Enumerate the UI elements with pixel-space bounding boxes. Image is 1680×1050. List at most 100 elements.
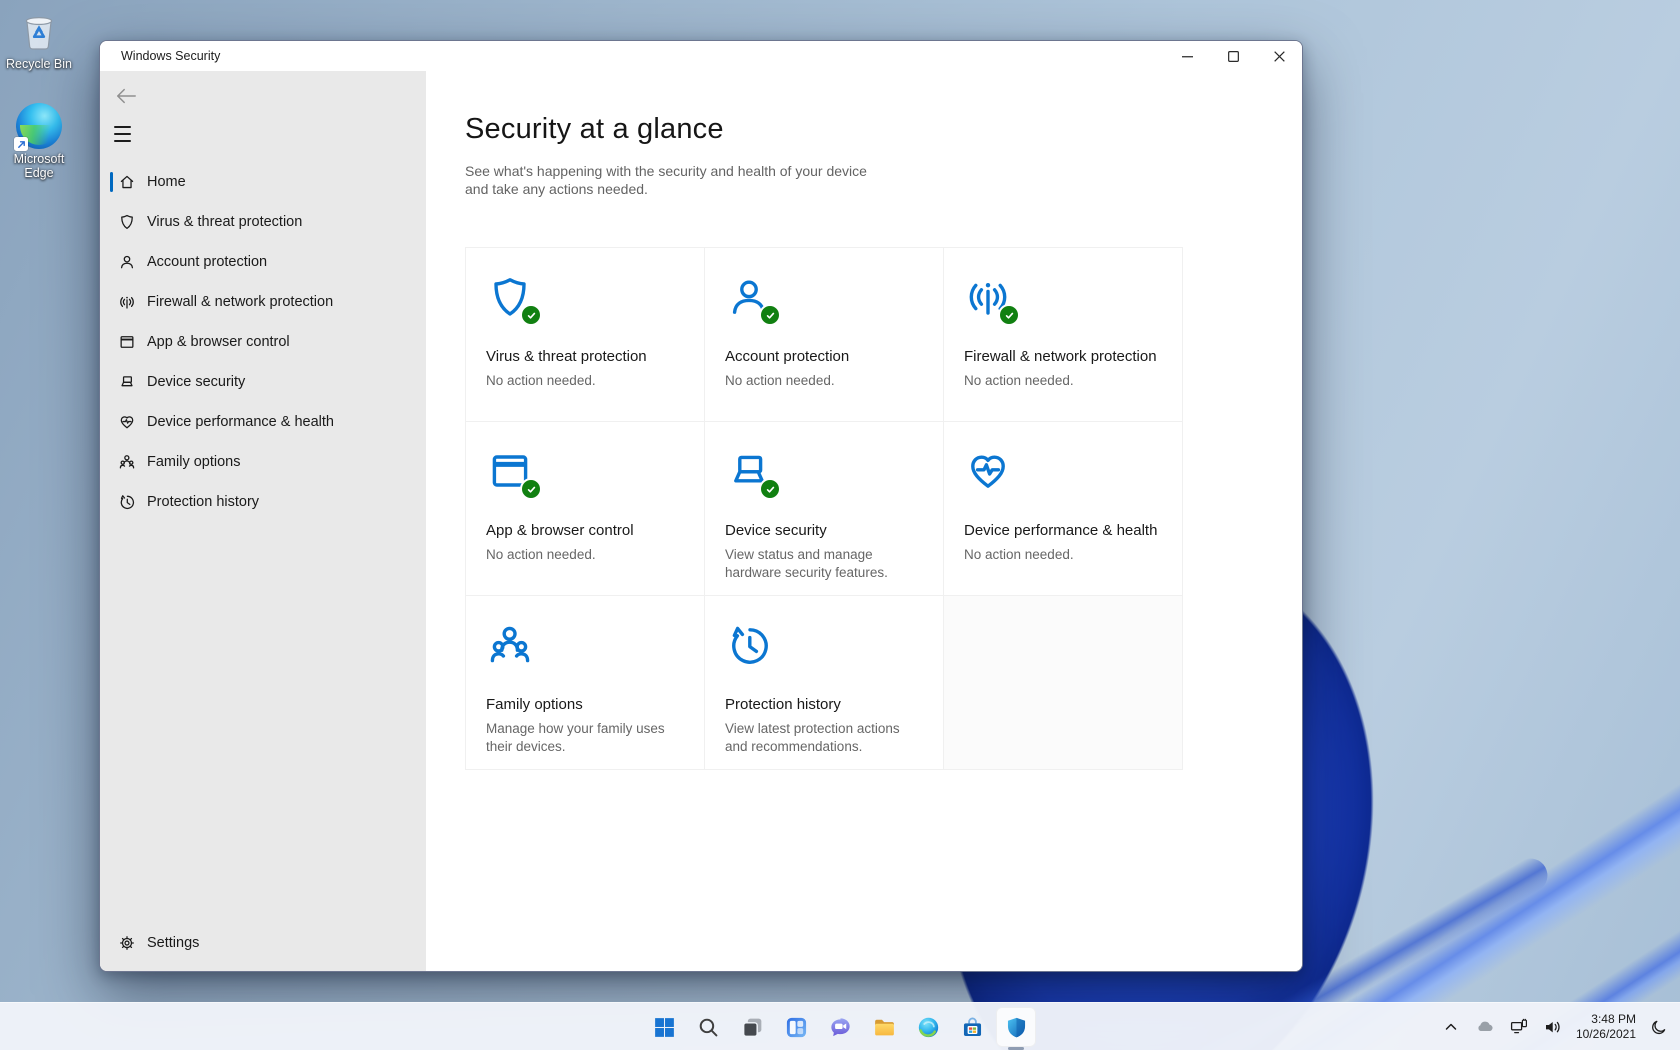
tile-family-options[interactable]: Family options Manage how your family use… xyxy=(466,596,705,770)
recycle-bin-icon xyxy=(16,8,62,54)
taskbar-store-icon[interactable] xyxy=(952,1007,992,1047)
history-icon xyxy=(118,493,136,511)
desktop: Recycle Bin Microsoft Edge Windows Secur… xyxy=(0,0,1680,1050)
sidebar: Home Virus & threat protection Account pro… xyxy=(100,71,426,971)
clock-date: 10/26/2021 xyxy=(1576,1027,1636,1042)
taskbar-file-explorer-icon[interactable] xyxy=(864,1007,904,1047)
taskbar-start-icon[interactable] xyxy=(644,1007,684,1047)
tile-title: Firewall & network protection xyxy=(964,348,1162,367)
active-indicator xyxy=(110,172,113,192)
taskbar-task-view-icon[interactable] xyxy=(732,1007,772,1047)
sidebar-item-label: Home xyxy=(147,174,186,190)
clock-time: 3:48 PM xyxy=(1576,1012,1636,1027)
sidebar-item-family-options[interactable]: Family options xyxy=(100,442,426,482)
tile-device-security[interactable]: Device security View status and manage ha… xyxy=(705,422,944,596)
sidebar-nav: Home Virus & threat protection Account pro… xyxy=(100,162,426,522)
sidebar-item-label: Virus & threat protection xyxy=(147,214,302,230)
tile-firewall-network-protection[interactable]: Firewall & network protection No action n… xyxy=(944,248,1183,422)
check-badge-icon xyxy=(998,304,1020,326)
sidebar-item-label: Device security xyxy=(147,374,245,390)
tile-status: No action needed. xyxy=(486,546,684,564)
tile-title: Device performance & health xyxy=(964,522,1162,541)
page-title: Security at a glance xyxy=(465,113,1302,146)
app-icon xyxy=(118,333,136,351)
window-title: Windows Security xyxy=(121,41,220,71)
main-content: Security at a glance See what's happenin… xyxy=(426,71,1302,971)
tile-virus-threat-protection[interactable]: Virus & threat protectionNo action neede… xyxy=(466,248,705,422)
family-icon xyxy=(486,621,534,669)
sidebar-item-home[interactable]: Home xyxy=(100,162,426,202)
desktop-icon-microsoft-edge[interactable]: Microsoft Edge xyxy=(0,103,78,180)
sidebar-item-label: Device performance & health xyxy=(147,414,334,430)
volume-icon[interactable] xyxy=(1540,1007,1566,1047)
tile-title: App & browser control xyxy=(486,522,684,541)
laptop-icon xyxy=(725,447,773,495)
sidebar-item-settings[interactable]: Settings xyxy=(100,923,426,963)
windows-security-window: Windows Security Home Virus & threat prot… xyxy=(99,40,1303,972)
shortcut-arrow-icon xyxy=(14,137,28,151)
health-icon xyxy=(964,447,1012,495)
title-bar[interactable]: Windows Security xyxy=(100,41,1302,71)
desktop-icon-recycle-bin[interactable]: Recycle Bin xyxy=(0,8,78,71)
tile-title: Protection history xyxy=(725,696,923,715)
app-icon xyxy=(486,447,534,495)
sidebar-item-device-security[interactable]: Device security xyxy=(100,362,426,402)
sidebar-item-account-protection[interactable]: Account protection xyxy=(100,242,426,282)
health-icon xyxy=(118,413,136,431)
tile-device-performance-health[interactable]: Device performance & health No action nee… xyxy=(944,422,1183,596)
hidden-icons-chevron-icon[interactable] xyxy=(1438,1007,1464,1047)
security-tile-grid: Virus & threat protection No action neede… xyxy=(465,247,1183,770)
taskbar-chat-icon[interactable] xyxy=(820,1007,860,1047)
network-icon[interactable] xyxy=(1506,1007,1532,1047)
home-icon xyxy=(118,173,136,191)
taskbar-widgets-icon[interactable] xyxy=(776,1007,816,1047)
taskbar-edge-icon[interactable] xyxy=(908,1007,948,1047)
sidebar-item-protection-history[interactable]: Protection history xyxy=(100,482,426,522)
minimize-button[interactable] xyxy=(1164,41,1210,71)
sidebar-item-label: Protection history xyxy=(147,494,259,510)
desktop-icon-label: Recycle Bin xyxy=(0,57,78,71)
sidebar-item-label: App & browser control xyxy=(147,334,290,350)
tile-status: Manage how your family uses their device… xyxy=(486,720,684,756)
sidebar-item-firewall-network-protection[interactable]: Firewall & network protection xyxy=(100,282,426,322)
taskbar-windows-security-icon[interactable] xyxy=(996,1007,1036,1047)
tile-protection-history[interactable]: Protection history View latest protection… xyxy=(705,596,944,770)
page-subtitle: See what's happening with the security a… xyxy=(465,162,867,199)
sidebar-item-virus-threat-protection[interactable]: Virus & threat protection xyxy=(100,202,426,242)
laptop-icon xyxy=(118,373,136,391)
network-icon xyxy=(964,273,1012,321)
tile-status: No action needed. xyxy=(964,546,1162,564)
back-arrow-icon xyxy=(115,87,137,105)
tile-account-protection[interactable]: Account protectionNo action needed. xyxy=(705,248,944,422)
check-badge-icon xyxy=(759,478,781,500)
taskbar-clock[interactable]: 3:48 PM 10/26/2021 xyxy=(1574,1012,1638,1042)
hamburger-menu-button[interactable] xyxy=(114,126,134,142)
back-button[interactable] xyxy=(110,81,142,111)
close-button[interactable] xyxy=(1256,41,1302,71)
tile-title: Family options xyxy=(486,696,684,715)
tile-status: View status and manage hardware security… xyxy=(725,546,923,582)
taskbar-search-icon[interactable] xyxy=(688,1007,728,1047)
tile-title: Virus & threat protection xyxy=(486,348,684,367)
onedrive-cloud-icon[interactable] xyxy=(1472,1007,1498,1047)
tile-status: No action needed. xyxy=(964,372,1162,390)
empty-grid-cell xyxy=(944,596,1183,770)
focus-assist-moon-icon[interactable] xyxy=(1646,1007,1672,1047)
sidebar-item-label: Firewall & network protection xyxy=(147,294,333,310)
sidebar-item-app-browser-control[interactable]: App & browser control xyxy=(100,322,426,362)
tile-app-browser-control[interactable]: App & browser control No action needed. xyxy=(466,422,705,596)
sidebar-item-label: Settings xyxy=(147,935,199,951)
history-icon xyxy=(725,621,773,669)
sidebar-item-label: Account protection xyxy=(147,254,267,270)
gear-icon xyxy=(118,934,136,952)
desktop-icon-label: Microsoft Edge xyxy=(0,152,78,180)
sidebar-item-device-performance-health[interactable]: Device performance & health xyxy=(100,402,426,442)
tile-status: View latest protection actions and recom… xyxy=(725,720,923,756)
shield-icon xyxy=(118,213,136,231)
family-icon xyxy=(118,453,136,471)
maximize-button[interactable] xyxy=(1210,41,1256,71)
tile-title: Device security xyxy=(725,522,923,541)
check-badge-icon xyxy=(759,304,781,326)
sidebar-item-label: Family options xyxy=(147,454,240,470)
network-icon xyxy=(118,293,136,311)
